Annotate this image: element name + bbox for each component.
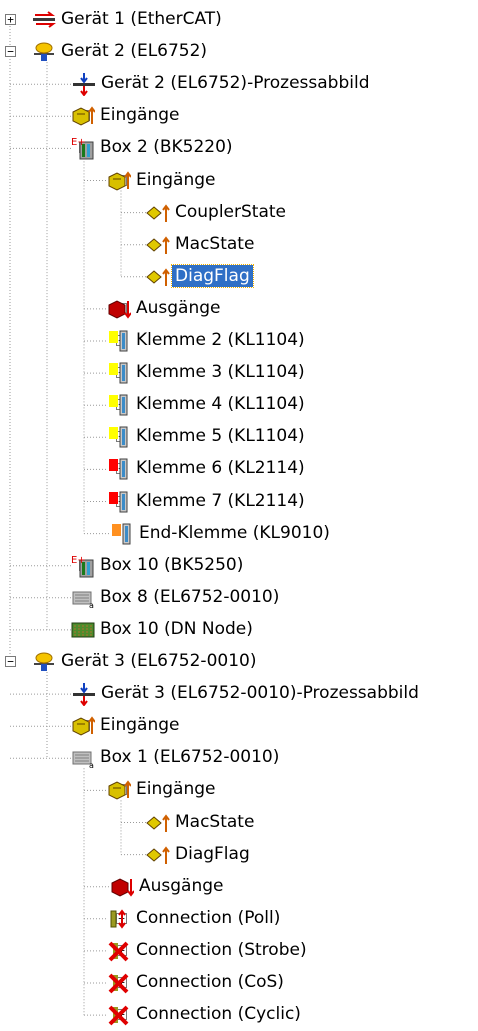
collapse-toggle[interactable]: − xyxy=(5,656,16,667)
tree-node-label[interactable]: Klemme 6 (KL2114) xyxy=(133,457,308,479)
terminal-red-icon xyxy=(107,457,131,481)
process-image-icon xyxy=(72,682,96,707)
tree-node-label[interactable]: Ausgänge xyxy=(136,875,227,897)
tree-node-label[interactable]: Gerät 3 (EL6752-0010) xyxy=(58,650,259,672)
tree-node-label[interactable]: Ausgänge xyxy=(133,297,224,319)
tree-node-label[interactable]: Klemme 3 (KL1104) xyxy=(133,361,308,383)
tree-node-label[interactable]: Connection (Poll) xyxy=(133,907,283,929)
tree-node-label[interactable]: Klemme 7 (KL2114) xyxy=(133,490,308,512)
inputs-icon xyxy=(107,169,131,193)
tree-node-label[interactable]: CouplerState xyxy=(172,201,289,223)
tree-node-label[interactable]: Box 2 (BK5220) xyxy=(97,136,236,158)
connection-disabled-icon xyxy=(107,1003,131,1027)
tree-node-label[interactable]: Connection (Strobe) xyxy=(133,939,310,961)
tree-node-label-selected[interactable]: DiagFlag xyxy=(171,263,254,288)
expand-toggle[interactable]: + xyxy=(5,14,16,25)
terminal-yellow-icon xyxy=(107,393,131,417)
terminal-yellow-icon xyxy=(107,425,131,449)
dn-node-icon xyxy=(71,618,95,642)
device-tree[interactable]: + Gerät 1 (EtherCAT) − Gerät 2 (EL6752) Gerä… xyxy=(0,0,478,1026)
outputs-icon xyxy=(110,875,134,899)
inputs-icon xyxy=(71,104,95,128)
svg-text:a: a xyxy=(89,601,94,610)
svg-text:a: a xyxy=(89,761,94,770)
bus-coupler-icon: E+ xyxy=(71,554,95,578)
terminal-red-icon xyxy=(107,490,131,514)
collapse-toggle[interactable]: − xyxy=(5,46,16,58)
tree-node-label[interactable]: MacState xyxy=(172,811,257,833)
connection-disabled-icon xyxy=(107,939,131,963)
terminal-yellow-icon xyxy=(107,361,131,385)
box-module-icon: a xyxy=(71,746,95,770)
input-variable-icon xyxy=(146,233,170,257)
process-image-icon xyxy=(72,72,96,97)
tree-node-label[interactable]: Gerät 1 (EtherCAT) xyxy=(58,8,225,30)
tree-node-label[interactable]: MacState xyxy=(172,233,257,255)
device-controller-icon xyxy=(32,40,56,64)
tree-node-label[interactable]: Box 10 (DN Node) xyxy=(97,618,256,640)
tree-node-label[interactable]: Eingänge xyxy=(97,104,182,126)
inputs-icon xyxy=(71,714,95,738)
tree-node-label[interactable]: Gerät 3 (EL6752-0010)-Prozessabbild xyxy=(98,682,422,704)
inputs-icon xyxy=(107,778,131,802)
input-variable-icon xyxy=(146,843,170,867)
tree-node-label[interactable]: Eingänge xyxy=(97,714,182,736)
tree-node-label[interactable]: Klemme 2 (KL1104) xyxy=(133,329,308,351)
tree-node-label[interactable]: Box 1 (EL6752-0010) xyxy=(97,746,282,768)
tree-node-label[interactable]: Connection (Cyclic) xyxy=(133,1003,304,1025)
device-controller-icon xyxy=(32,650,56,674)
tree-node-label[interactable]: DiagFlag xyxy=(172,843,253,865)
input-variable-icon xyxy=(146,265,170,289)
bus-coupler-icon: E+ xyxy=(71,136,95,160)
terminal-orange-icon xyxy=(110,522,134,546)
tree-node-label[interactable]: Eingänge xyxy=(133,778,218,800)
tree-node-label[interactable]: Eingänge xyxy=(133,169,218,191)
tree-node-label[interactable]: Connection (CoS) xyxy=(133,971,287,993)
tree-node-label[interactable]: Klemme 5 (KL1104) xyxy=(133,425,308,447)
outputs-icon xyxy=(107,297,131,321)
connection-poll-icon xyxy=(107,907,131,931)
svg-text:E+: E+ xyxy=(71,137,86,148)
terminal-yellow-icon xyxy=(107,329,131,353)
tree-node-label[interactable]: Box 8 (EL6752-0010) xyxy=(97,586,282,608)
tree-node-label[interactable]: Box 10 (BK5250) xyxy=(97,554,246,576)
tree-node-label[interactable]: Gerät 2 (EL6752)-Prozessabbild xyxy=(98,72,373,94)
connection-disabled-icon xyxy=(107,971,131,995)
input-variable-icon xyxy=(146,201,170,225)
input-variable-icon xyxy=(146,811,170,835)
tree-node-label[interactable]: End-Klemme (KL9010) xyxy=(136,522,333,544)
box-module-icon: a xyxy=(71,586,95,610)
tree-node-label[interactable]: Gerät 2 (EL6752) xyxy=(58,40,210,62)
ethercat-device-icon xyxy=(32,8,56,32)
svg-text:E+: E+ xyxy=(71,555,86,566)
tree-node-label[interactable]: Klemme 4 (KL1104) xyxy=(133,393,308,415)
